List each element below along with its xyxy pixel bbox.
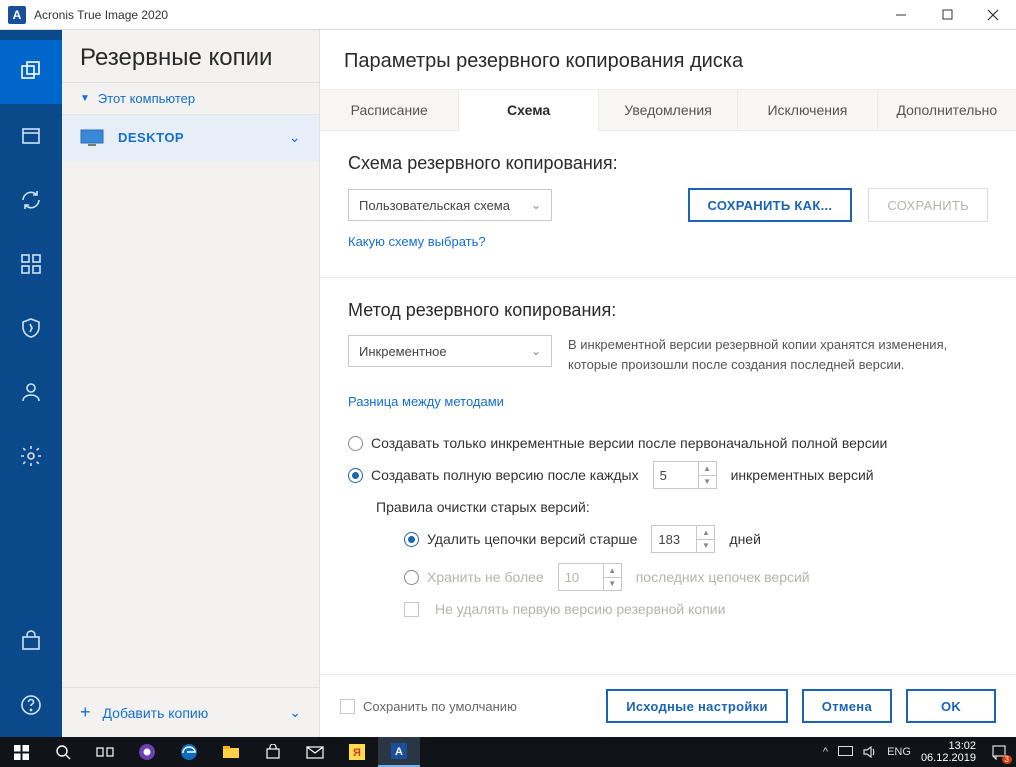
save-default-checkbox[interactable]: Сохранить по умолчанию bbox=[340, 699, 517, 714]
tab-exclusions[interactable]: Исключения bbox=[738, 90, 877, 130]
chevron-down-icon: ⌄ bbox=[289, 129, 301, 146]
minimize-button[interactable] bbox=[878, 0, 924, 30]
checkbox-icon bbox=[404, 602, 419, 617]
checkbox-icon bbox=[340, 699, 355, 714]
cleanup-keep-chains[interactable]: Хранить не более 10 ▲▼ последних цепочек… bbox=[404, 563, 988, 591]
spinner[interactable]: ▲▼ bbox=[697, 525, 715, 553]
ok-button[interactable]: OK bbox=[906, 689, 996, 723]
save-as-button[interactable]: СОХРАНИТЬ КАК... bbox=[688, 188, 853, 222]
tab-scheme[interactable]: Схема bbox=[459, 90, 598, 131]
sidebar-device-label: Этот компьютер bbox=[98, 91, 195, 106]
taskbar-app-store[interactable] bbox=[252, 737, 294, 767]
caret-down-icon: ⌄ bbox=[531, 198, 541, 212]
scheme-select-value: Пользовательская схема bbox=[359, 198, 510, 213]
notifications-icon[interactable]: 3 bbox=[982, 737, 1016, 767]
delete-days-input[interactable]: 183 bbox=[651, 525, 697, 553]
method-heading: Метод резервного копирования: bbox=[348, 300, 988, 321]
method-diff-link[interactable]: Разница между методами bbox=[348, 394, 504, 409]
option-full-after[interactable]: Создавать полную версию после каждых 5 ▲… bbox=[348, 461, 988, 489]
titlebar: A Acronis True Image 2020 bbox=[0, 0, 1016, 30]
scheme-help-link[interactable]: Какую схему выбрать? bbox=[348, 234, 486, 249]
plus-icon: + bbox=[80, 702, 91, 723]
method-select-value: Инкрементное bbox=[359, 344, 447, 359]
sidebar: Резервные копии ▼ Этот компьютер DESKTOP… bbox=[62, 30, 320, 737]
radio-icon bbox=[348, 436, 363, 451]
radio-checked-icon bbox=[348, 468, 363, 483]
tab-notifications[interactable]: Уведомления bbox=[599, 90, 738, 130]
nav-settings-icon[interactable] bbox=[0, 424, 62, 488]
svg-text:Я: Я bbox=[353, 747, 361, 759]
add-backup-button[interactable]: + Добавить копию ⌄ bbox=[62, 687, 319, 737]
nav-rail bbox=[0, 30, 62, 737]
save-button: СОХРАНИТЬ bbox=[868, 188, 988, 222]
volume-icon[interactable] bbox=[863, 746, 877, 758]
main-panel: Параметры резервного копирования диска Р… bbox=[320, 30, 1016, 737]
method-description: В инкрементной версии резервной копии хр… bbox=[568, 335, 958, 374]
taskbar-app-explorer[interactable] bbox=[210, 737, 252, 767]
option-only-incremental[interactable]: Создавать только инкрементные версии пос… bbox=[348, 435, 988, 451]
language-indicator[interactable]: ENG bbox=[887, 746, 911, 758]
sidebar-backup-label: DESKTOP bbox=[118, 130, 184, 145]
cleanup-title: Правила очистки старых версий: bbox=[376, 499, 988, 515]
radio-checked-icon bbox=[404, 532, 419, 547]
monitor-icon bbox=[80, 129, 104, 147]
page-title: Параметры резервного копирования диска bbox=[344, 50, 992, 73]
taskbar-clock[interactable]: 13:02 06.12.2019 bbox=[921, 740, 982, 764]
radio-icon bbox=[404, 570, 419, 585]
cleanup-delete-older[interactable]: Удалить цепочки версий старше 183 ▲▼ дне… bbox=[404, 525, 988, 553]
spinner: ▲▼ bbox=[604, 563, 622, 591]
method-select[interactable]: Инкрементное ⌄ bbox=[348, 335, 552, 367]
maximize-button[interactable] bbox=[924, 0, 970, 30]
taskbar-app-yandex[interactable] bbox=[126, 737, 168, 767]
start-button[interactable] bbox=[0, 737, 42, 767]
nav-backup-icon[interactable] bbox=[0, 40, 62, 104]
footer-bar: Сохранить по умолчанию Исходные настройк… bbox=[320, 674, 1016, 737]
close-button[interactable] bbox=[970, 0, 1016, 30]
tab-schedule[interactable]: Расписание bbox=[320, 90, 459, 130]
svg-text:A: A bbox=[395, 746, 403, 758]
cancel-button[interactable]: Отмена bbox=[802, 689, 892, 723]
app-title: Acronis True Image 2020 bbox=[34, 8, 168, 22]
search-icon[interactable] bbox=[42, 737, 84, 767]
system-tray[interactable]: ^ ENG bbox=[813, 746, 921, 758]
sidebar-heading: Резервные копии bbox=[62, 30, 319, 82]
tray-chevron-icon[interactable]: ^ bbox=[823, 746, 828, 758]
sidebar-device-row[interactable]: ▼ Этот компьютер bbox=[62, 82, 319, 115]
scheme-select[interactable]: Пользовательская схема ⌄ bbox=[348, 189, 552, 221]
spinner[interactable]: ▲▼ bbox=[699, 461, 717, 489]
add-backup-label: Добавить копию bbox=[103, 705, 209, 721]
nav-store-icon[interactable] bbox=[0, 609, 62, 673]
defaults-button[interactable]: Исходные настройки bbox=[606, 689, 788, 723]
keyboard-icon[interactable] bbox=[838, 746, 853, 758]
scheme-heading: Схема резервного копирования: bbox=[348, 153, 988, 174]
tab-row: Расписание Схема Уведомления Исключения … bbox=[320, 89, 1016, 131]
triangle-down-icon: ▼ bbox=[80, 93, 90, 104]
nav-account-icon[interactable] bbox=[0, 360, 62, 424]
chevron-down-icon: ⌄ bbox=[289, 704, 301, 721]
taskbar-app-mail[interactable] bbox=[294, 737, 336, 767]
keep-chains-input: 10 bbox=[558, 563, 604, 591]
full-after-input[interactable]: 5 bbox=[653, 461, 699, 489]
nav-help-icon[interactable] bbox=[0, 673, 62, 737]
nav-dashboard-icon[interactable] bbox=[0, 232, 62, 296]
taskbar-app-edge[interactable] bbox=[168, 737, 210, 767]
nav-sync-icon[interactable] bbox=[0, 168, 62, 232]
tab-advanced[interactable]: Дополнительно bbox=[878, 90, 1016, 130]
task-view-icon[interactable] bbox=[84, 737, 126, 767]
app-icon: A bbox=[8, 6, 26, 24]
nav-archive-icon[interactable] bbox=[0, 104, 62, 168]
caret-down-icon: ⌄ bbox=[531, 344, 541, 358]
taskbar-app-acronis[interactable]: A bbox=[378, 737, 420, 767]
sidebar-backup-item[interactable]: DESKTOP ⌄ bbox=[62, 115, 319, 161]
nav-protection-icon[interactable] bbox=[0, 296, 62, 360]
taskbar-app-yandex-browser[interactable]: Я bbox=[336, 737, 378, 767]
cleanup-no-delete-first: Не удалять первую версию резервной копии bbox=[404, 601, 988, 617]
taskbar: Я A ^ ENG 13:02 06.12.2019 3 bbox=[0, 737, 1016, 767]
